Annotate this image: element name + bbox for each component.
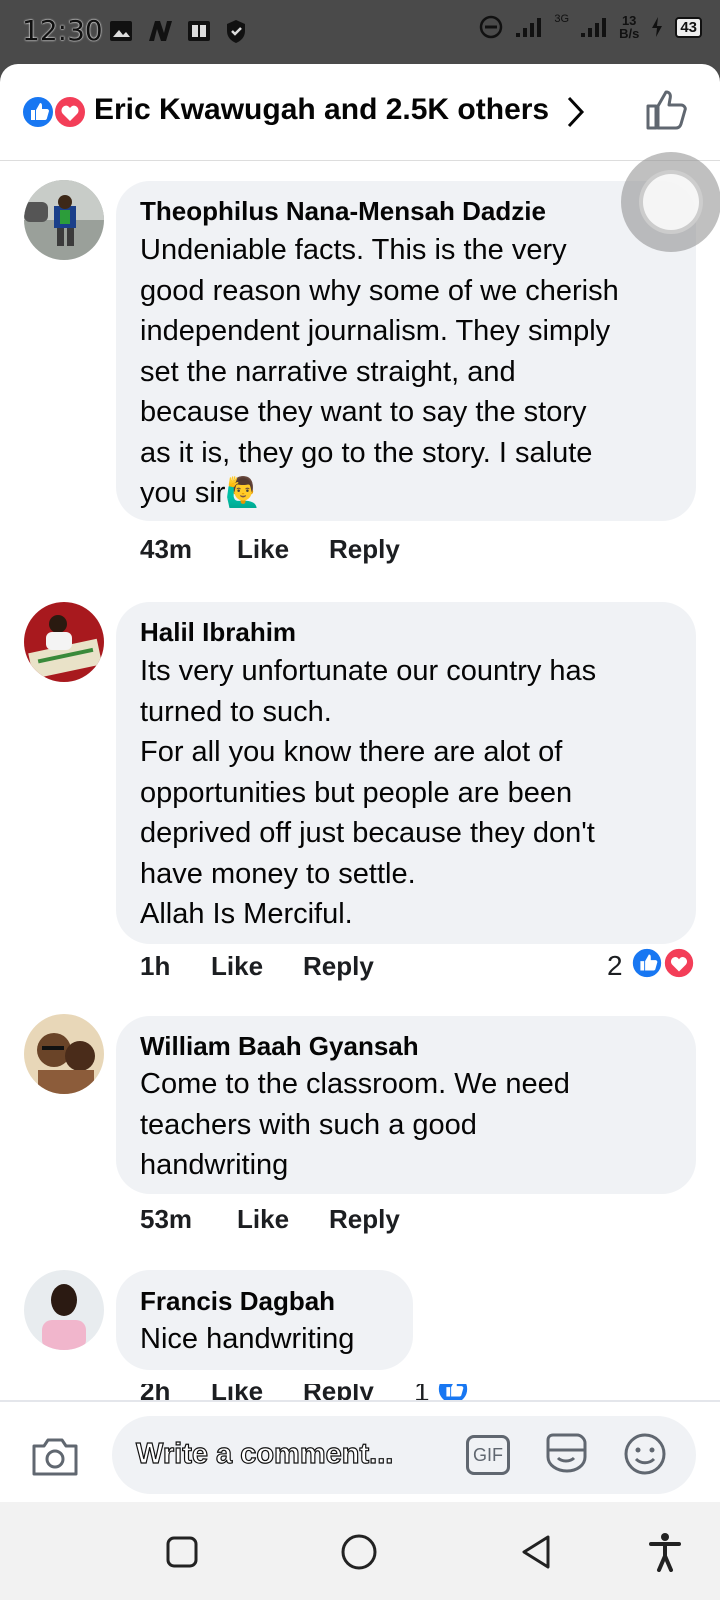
gif-button[interactable]: GIF [466, 1435, 510, 1475]
comment-author[interactable]: William Baah Gyansah [140, 1031, 419, 1062]
signal-icon-2 [581, 18, 607, 37]
comment-text: Its very unfortunate our country has tur… [140, 655, 597, 930]
back-icon[interactable] [518, 1533, 554, 1571]
avatar-photo [24, 602, 104, 682]
assistive-touch-inner [639, 170, 703, 234]
signal-icon [516, 18, 542, 37]
reply-button[interactable]: Reply [303, 951, 374, 982]
sticker-icon[interactable] [542, 1430, 590, 1478]
assistive-touch-button[interactable] [621, 152, 720, 252]
like-reaction-icon [436, 1384, 470, 1400]
do-not-disturb-icon [480, 15, 503, 39]
comment-time: 2h [140, 1384, 171, 1400]
reactions-header[interactable]: Eric Kwawugah and 2.5K others [0, 64, 720, 161]
notification-icons [108, 18, 248, 44]
shield-icon [227, 20, 245, 43]
system-nav-bar [0, 1502, 720, 1600]
partial-meta-row: 2h Like Reply 1 [0, 1384, 720, 1400]
avatar-photo [24, 1014, 104, 1094]
avatar[interactable] [24, 1014, 104, 1094]
reaction-icons [20, 94, 88, 130]
comment-author[interactable]: Halil Ibrahim [140, 617, 296, 648]
news-n-icon [149, 21, 172, 41]
battery-icon: 43 [675, 16, 702, 38]
emoji-icon[interactable] [622, 1431, 668, 1477]
system-icons: 3G 13 B/s 43 [478, 13, 702, 40]
camera-icon[interactable] [30, 1434, 80, 1478]
love-reaction-icon [662, 946, 696, 980]
comment-author[interactable]: Francis Dagbah [140, 1286, 335, 1317]
love-reaction-icon [53, 95, 87, 129]
comment-input[interactable]: Write a comment... GIF [112, 1416, 696, 1494]
status-time: 12:30 [22, 14, 103, 47]
reply-button[interactable]: Reply [303, 1384, 374, 1400]
comment-text: Undeniable facts. This is the very good … [140, 234, 619, 509]
net-speed: 13 B/s [619, 14, 639, 40]
reply-button[interactable]: Reply [329, 534, 400, 565]
comment-time: 1h [140, 951, 171, 981]
accessibility-icon[interactable] [648, 1532, 682, 1572]
home-icon[interactable] [340, 1533, 378, 1571]
network-type: 3G [554, 13, 570, 25]
reaction-count[interactable]: 2 [607, 950, 623, 982]
avatar[interactable] [24, 180, 104, 260]
chevron-right-icon[interactable] [564, 92, 588, 132]
net-speed-unit: B/s [619, 26, 640, 41]
comment-time: 53m [140, 1204, 193, 1234]
image-icon [110, 21, 132, 41]
recents-icon[interactable] [165, 1535, 199, 1569]
like-button[interactable]: Like [211, 1384, 263, 1400]
charging-icon [652, 17, 663, 37]
comment-time: 43m [140, 534, 193, 564]
like-reaction-icon [630, 946, 664, 980]
like-button[interactable]: Like [237, 1204, 289, 1235]
reader-icon [188, 21, 210, 41]
like-button[interactable]: Like [237, 534, 289, 565]
comment-text: Come to the classroom. We need teachers … [140, 1068, 570, 1181]
comment-composer: Write a comment... GIF [0, 1400, 720, 1502]
comment-input-placeholder: Write a comment... [135, 1437, 394, 1470]
status-bar: 12:30 3G 13 B/s 43 [0, 0, 720, 66]
like-reaction-icon [21, 95, 55, 129]
comment-author[interactable]: Theophilus Nana-Mensah Dadzie [140, 196, 546, 227]
reaction-count[interactable]: 1 [414, 1384, 430, 1400]
like-thumb-icon[interactable] [644, 88, 688, 132]
like-button[interactable]: Like [211, 951, 263, 982]
reactions-summary[interactable]: Eric Kwawugah and 2.5K others [94, 93, 549, 127]
avatar[interactable] [24, 602, 104, 682]
comment-text: Nice handwriting [140, 1323, 355, 1355]
avatar[interactable] [24, 1270, 104, 1350]
avatar-photo [24, 180, 104, 260]
reply-button[interactable]: Reply [329, 1204, 400, 1235]
comments-sheet: Eric Kwawugah and 2.5K others Theophilus… [0, 64, 720, 1502]
avatar-photo [24, 1270, 104, 1350]
